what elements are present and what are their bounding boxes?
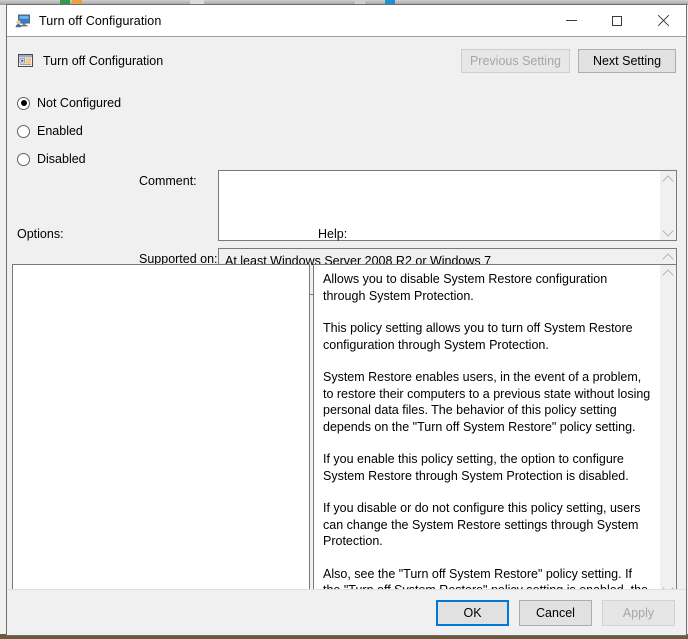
- group-policy-setting-icon: [17, 52, 34, 69]
- computer-user-monitor-icon: [15, 13, 31, 29]
- close-icon: [657, 14, 670, 27]
- comment-label: Comment:: [139, 174, 197, 188]
- help-scrollbar[interactable]: [660, 265, 676, 597]
- options-label: Options:: [17, 227, 64, 241]
- apply-button[interactable]: Apply: [602, 599, 675, 626]
- comment-scrollbar[interactable]: [660, 171, 676, 240]
- maximize-button[interactable]: [594, 5, 640, 36]
- radio-enabled[interactable]: Enabled: [17, 117, 137, 145]
- radio-disabled[interactable]: Disabled: [17, 145, 137, 173]
- policy-title: Turn off Configuration: [43, 53, 164, 68]
- chevron-up-icon: [662, 252, 674, 265]
- help-paragraph-1: Allows you to disable System Restore con…: [323, 272, 608, 303]
- comment-scroll-up-button[interactable]: [660, 171, 676, 187]
- radio-disabled-mark: [17, 152, 30, 166]
- help-paragraph-2: This policy setting allows you to turn o…: [323, 321, 633, 352]
- help-panel: Allows you to disable System Restore con…: [313, 264, 677, 598]
- radio-disabled-label: Disabled: [37, 152, 86, 166]
- help-paragraph-3: System Restore enables users, in the eve…: [323, 370, 651, 434]
- chevron-up-icon: [662, 174, 674, 187]
- chevron-up-icon: [662, 268, 674, 281]
- ok-button[interactable]: OK: [436, 599, 509, 626]
- cancel-button[interactable]: Cancel: [519, 599, 592, 626]
- minimize-icon: [565, 20, 577, 21]
- help-label: Help:: [318, 227, 348, 241]
- radio-enabled-label: Enabled: [37, 124, 83, 138]
- close-button[interactable]: [640, 5, 686, 36]
- maximize-icon: [612, 15, 622, 26]
- radio-not-configured-mark: [17, 96, 30, 110]
- comment-scroll-down-button[interactable]: [660, 224, 676, 240]
- policy-header: Turn off Configuration Previous Setting …: [7, 36, 686, 84]
- radio-not-configured-label: Not Configured: [37, 96, 122, 110]
- comment-textbox[interactable]: [218, 170, 677, 241]
- window-title: Turn off Configuration: [39, 13, 162, 28]
- title-bar: Turn off Configuration: [7, 5, 686, 36]
- radio-enabled-mark: [17, 124, 30, 138]
- next-setting-button[interactable]: Next Setting: [578, 48, 676, 73]
- previous-setting-button[interactable]: Previous Setting: [460, 48, 570, 73]
- chevron-down-icon: [662, 224, 674, 237]
- help-scroll-up-button[interactable]: [660, 265, 676, 281]
- minimize-button[interactable]: [548, 5, 594, 36]
- help-paragraph-4: If you enable this policy setting, the o…: [323, 452, 629, 483]
- comment-input[interactable]: [219, 171, 660, 240]
- policy-state-radio-group: Not Configured Enabled Disabled: [17, 89, 137, 173]
- policy-setting-dialog: Turn off Configuration Turn off Configur…: [6, 4, 687, 636]
- help-paragraph-5: If you disable or do not configure this …: [323, 501, 641, 548]
- dialog-button-bar: OK Cancel Apply: [7, 589, 686, 635]
- radio-not-configured[interactable]: Not Configured: [17, 89, 137, 117]
- settings-area: Not Configured Enabled Disabled Comment:: [7, 84, 686, 295]
- options-panel[interactable]: [12, 264, 310, 598]
- supported-on-scroll-up-button[interactable]: [660, 249, 676, 265]
- help-text: Allows you to disable System Restore con…: [314, 265, 660, 597]
